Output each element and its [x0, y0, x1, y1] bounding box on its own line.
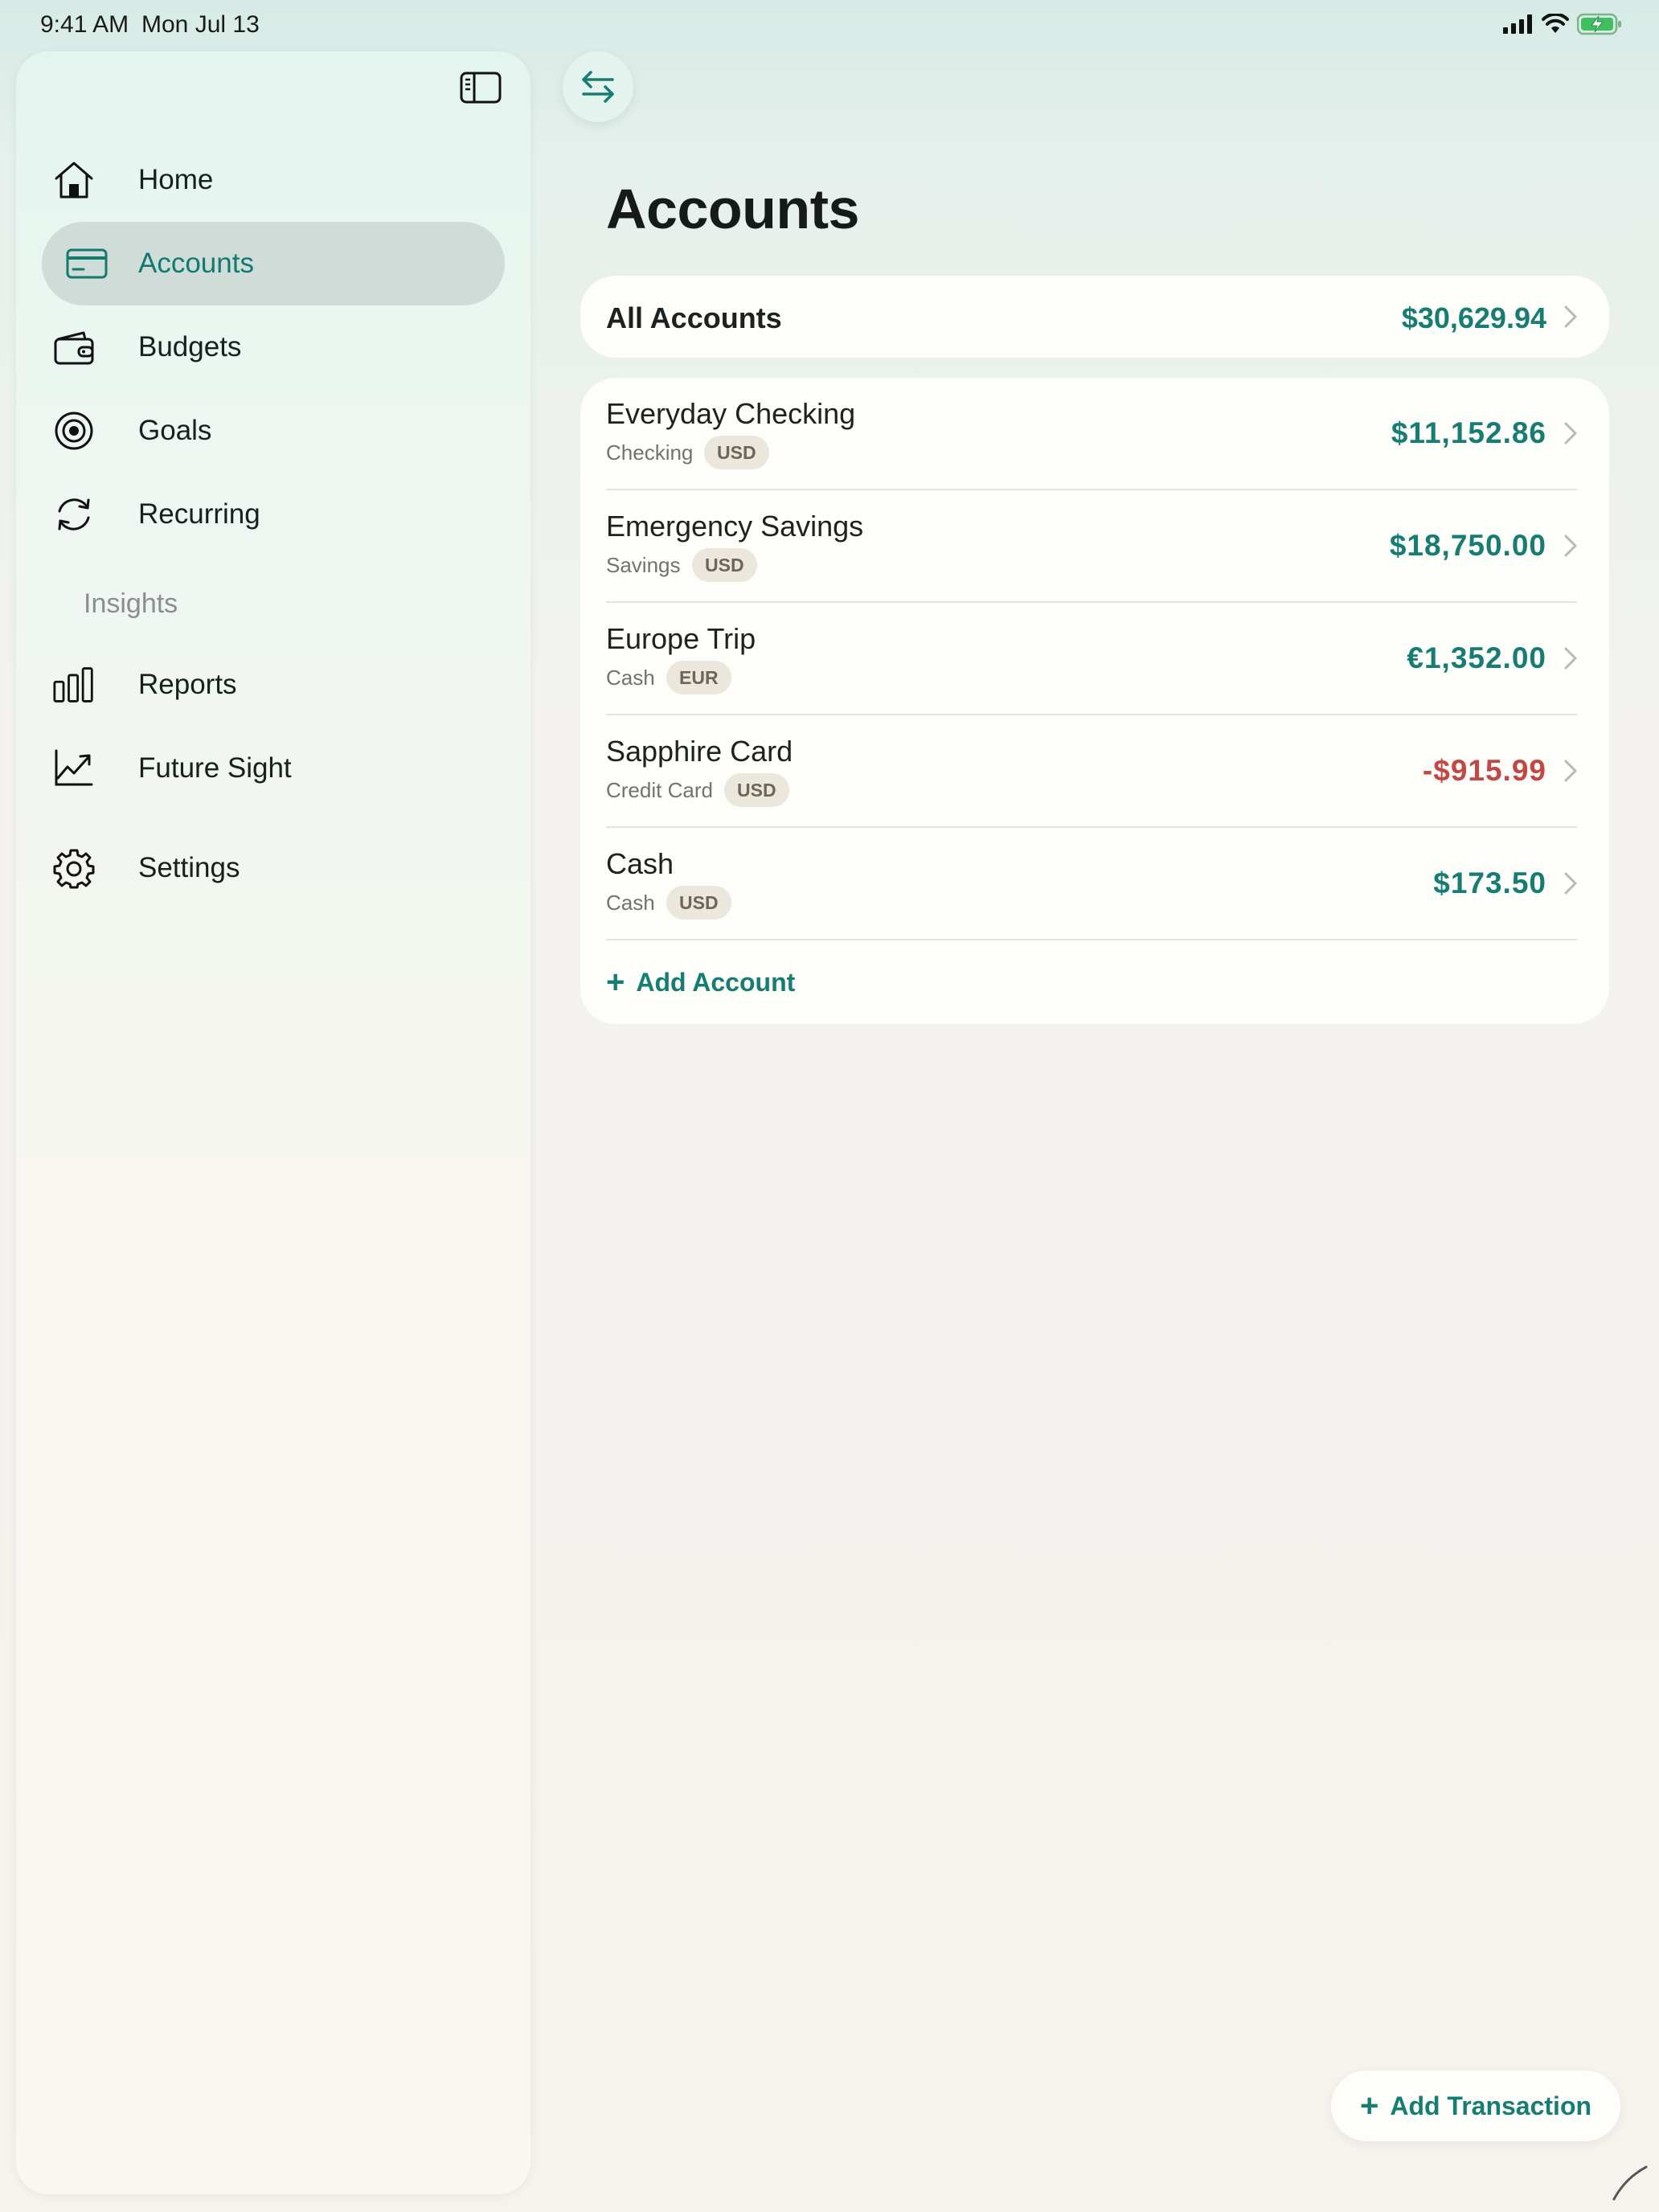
sidebar-item-label: Recurring — [138, 498, 260, 530]
account-amount: $11,152.86 — [1391, 416, 1546, 449]
sidebar-item-home[interactable]: Home — [42, 138, 505, 222]
swap-arrows-icon — [582, 71, 614, 103]
currency-badge: USD — [666, 886, 731, 920]
scribble-handle-icon — [1612, 2165, 1648, 2201]
chevron-right-icon — [1564, 422, 1577, 444]
account-name: Everyday Checking — [606, 397, 856, 430]
account-amount: -$915.99 — [1422, 754, 1546, 787]
target-icon — [53, 410, 95, 452]
chevron-right-icon — [1564, 535, 1577, 557]
sidebar-item-label: Accounts — [138, 248, 254, 279]
plus-icon: + — [1359, 2088, 1379, 2124]
sidebar-item-label: Reports — [138, 669, 237, 700]
currency-badge: USD — [692, 548, 757, 582]
all-accounts-amount: $30,629.94 — [1401, 301, 1546, 334]
sidebar-item-label: Home — [138, 164, 214, 195]
chevron-right-icon — [1564, 647, 1577, 670]
status-icons — [1503, 13, 1622, 35]
add-transaction-label: Add Transaction — [1390, 2091, 1592, 2120]
account-amount: €1,352.00 — [1407, 641, 1546, 674]
sidebar-item-settings[interactable]: Settings — [42, 826, 505, 910]
cellular-signal-icon — [1503, 14, 1532, 34]
battery-charging-icon — [1577, 13, 1621, 35]
sidebar-item-future-sight[interactable]: Future Sight — [42, 727, 505, 810]
account-name: Sapphire Card — [606, 735, 793, 768]
sidebar-item-recurring[interactable]: Recurring — [42, 473, 505, 556]
account-amount: $18,750.00 — [1389, 529, 1546, 562]
account-name: Cash — [606, 847, 674, 880]
status-bar: 9:41 AM Mon Jul 13 — [0, 0, 1659, 51]
house-icon — [53, 159, 95, 201]
account-type: Checking — [606, 440, 694, 465]
sidebar-item-label: Goals — [138, 415, 212, 446]
account-type: Cash — [606, 891, 655, 915]
gear-icon — [53, 847, 95, 889]
bar-chart-icon — [53, 664, 95, 706]
transfer-button[interactable] — [563, 51, 633, 122]
add-account-button[interactable]: + Add Account — [606, 966, 795, 998]
sidebar-item-reports[interactable]: Reports — [42, 643, 505, 727]
add-account-label: Add Account — [636, 967, 796, 997]
all-accounts-label: All Accounts — [606, 301, 782, 334]
plus-icon: + — [606, 965, 625, 1000]
chevron-right-icon — [1564, 760, 1577, 782]
sidebar-item-label: Settings — [138, 852, 240, 883]
chevron-right-icon — [1564, 305, 1577, 328]
sidebar-item-label: Future Sight — [138, 752, 292, 784]
refresh-icon — [53, 494, 95, 535]
trend-chart-icon — [53, 748, 95, 789]
divider — [606, 939, 1577, 940]
wifi-icon — [1542, 14, 1569, 33]
account-name: Emergency Savings — [606, 510, 864, 543]
add-transaction-button[interactable]: + Add Transaction — [1331, 2071, 1620, 2141]
account-type: Savings — [606, 553, 681, 577]
section-header-insights: Insights — [84, 588, 178, 619]
status-time: 9:41 AM — [40, 11, 129, 38]
sidebar-item-budgets[interactable]: Budgets — [42, 305, 505, 389]
sidebar-item-label: Budgets — [138, 331, 242, 363]
sidebar: Home Accounts Budgets Goals Recurring In… — [16, 51, 530, 2194]
wallet-icon — [53, 326, 95, 368]
accounts-list: Everyday Checking Checking USD $11,152.8… — [580, 378, 1609, 1024]
account-row-europe-trip[interactable]: Europe Trip Cash EUR €1,352.00 — [580, 603, 1609, 715]
currency-badge: EUR — [666, 661, 731, 694]
account-type: Cash — [606, 666, 655, 690]
account-row-everyday-checking[interactable]: Everyday Checking Checking USD $11,152.8… — [580, 378, 1609, 490]
sidebar-toggle-icon — [460, 72, 502, 104]
page-title: Accounts — [606, 178, 859, 240]
currency-badge: USD — [704, 436, 769, 469]
all-accounts-row[interactable]: All Accounts $30,629.94 — [580, 276, 1609, 358]
status-date: Mon Jul 13 — [141, 11, 260, 38]
sidebar-toggle-button[interactable] — [458, 69, 503, 106]
account-row-sapphire-card[interactable]: Sapphire Card Credit Card USD -$915.99 — [580, 715, 1609, 828]
credit-card-icon — [66, 243, 108, 285]
account-name: Europe Trip — [606, 622, 756, 655]
account-type: Credit Card — [606, 778, 713, 802]
account-row-cash[interactable]: Cash Cash USD $173.50 — [580, 828, 1609, 940]
currency-badge: USD — [724, 773, 789, 807]
sidebar-item-goals[interactable]: Goals — [42, 389, 505, 473]
sidebar-item-accounts[interactable]: Accounts — [42, 222, 505, 305]
chevron-right-icon — [1564, 872, 1577, 895]
account-amount: $173.50 — [1433, 866, 1546, 899]
account-row-emergency-savings[interactable]: Emergency Savings Savings USD $18,750.00 — [580, 490, 1609, 603]
